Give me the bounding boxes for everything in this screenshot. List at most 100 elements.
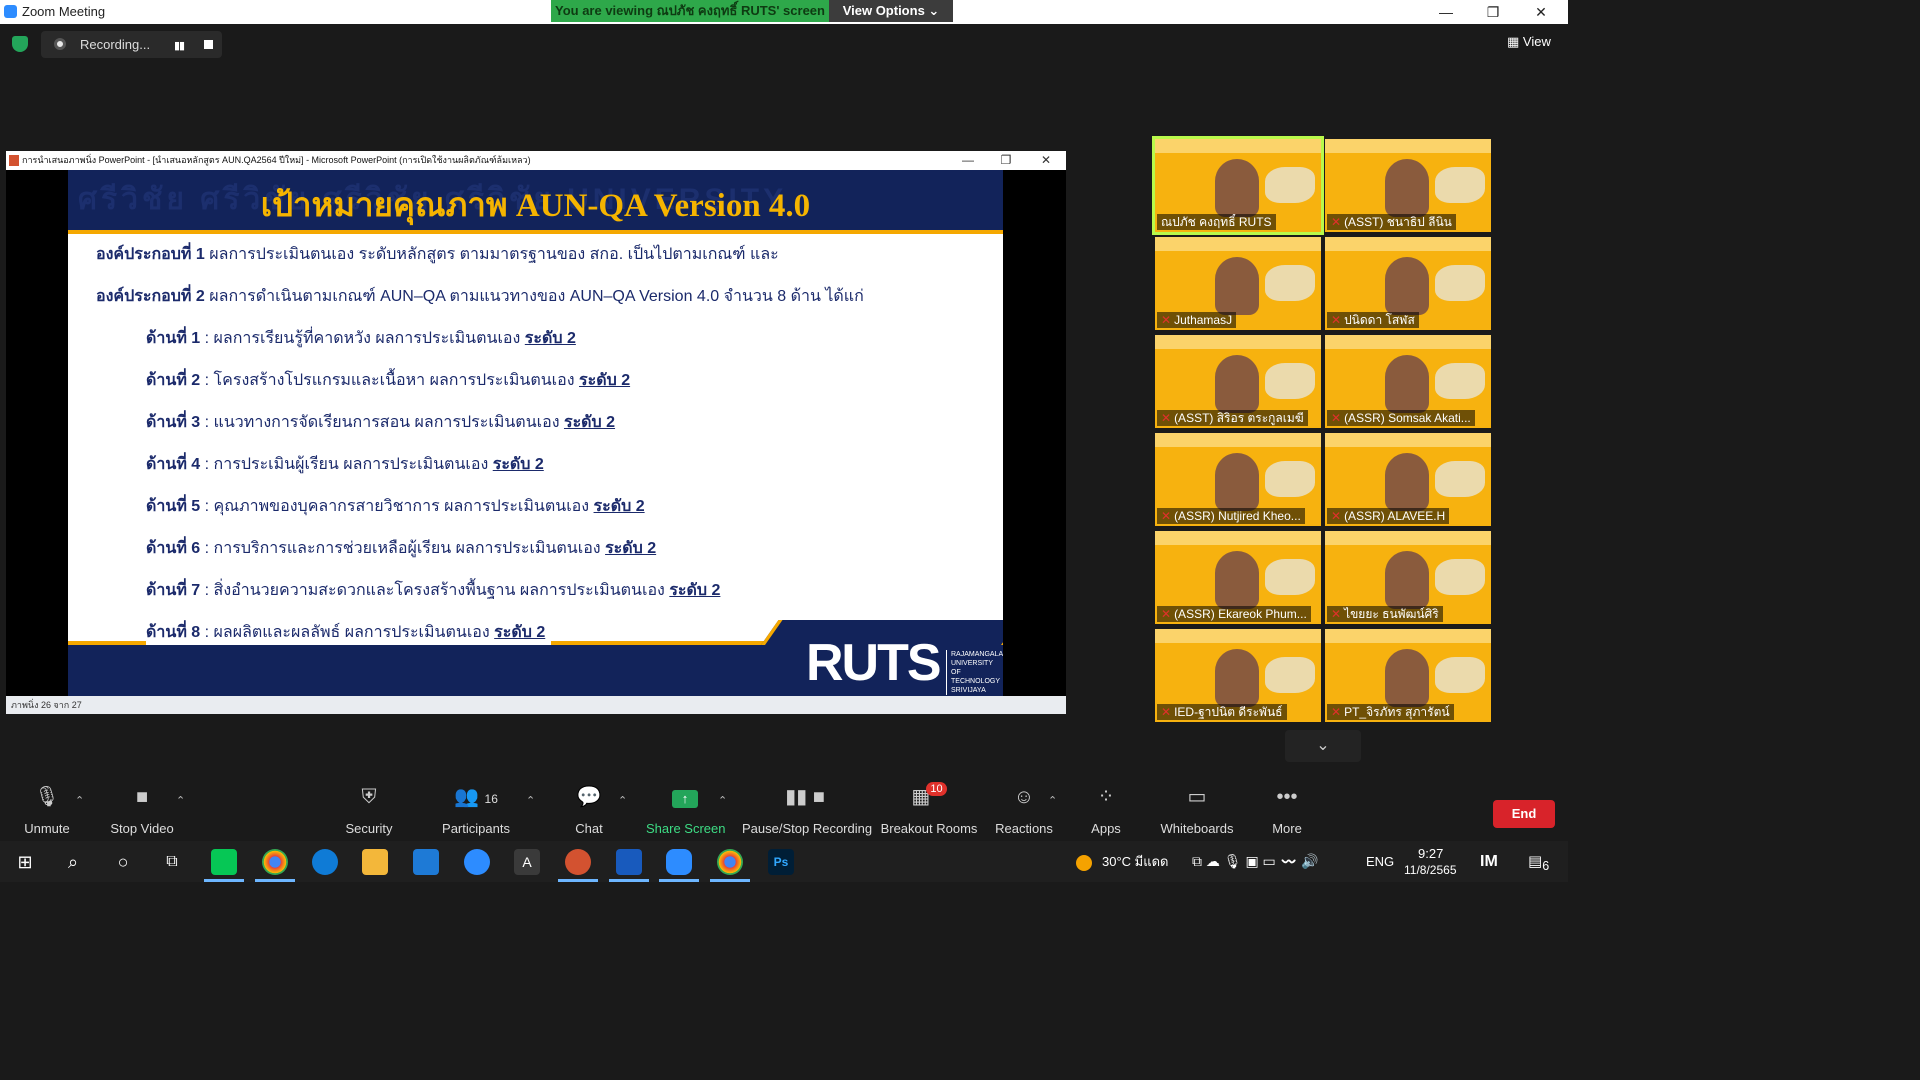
chrome-icon[interactable] [262, 849, 288, 875]
participant-tile[interactable]: ✕ (ASSR) Somsak Akati... [1325, 335, 1491, 428]
share-screen-icon: ↑ [646, 782, 724, 812]
unmute-button[interactable]: 🎙 Unmute [14, 782, 80, 840]
virtual-background-header [1155, 139, 1321, 153]
pause-recording-icon[interactable]: ▮▮ [174, 39, 185, 52]
participants-button[interactable]: 👥 16 Participants [440, 782, 512, 840]
participant-tile[interactable]: ✕ PT_จิรภัทร สุภารัตน์ [1325, 629, 1491, 722]
breakout-rooms-button[interactable]: ▦10 Breakout Rooms [880, 782, 978, 840]
ppt-restore-button[interactable]: ❐ [986, 151, 1026, 170]
virtual-background-decoration [1435, 265, 1485, 301]
mail-icon[interactable] [413, 849, 439, 875]
line-app-icon[interactable] [211, 849, 237, 875]
view-options-button[interactable]: View Options ⌄ [829, 0, 953, 22]
participant-tile[interactable]: ✕ IED-ฐาปนิต ดีระพันธ์ [1155, 629, 1321, 722]
view-button[interactable]: ▦ View [1507, 34, 1551, 50]
language-indicator[interactable]: ENG [1366, 841, 1394, 882]
share-options-caret[interactable]: ⌃ [718, 794, 727, 807]
clock-date[interactable]: 11/8/2565 [1404, 850, 1457, 891]
virtual-background-decoration [1435, 167, 1485, 203]
participant-tile[interactable]: ✕ (ASST) สิริอร ตระกูลเมฆี [1155, 335, 1321, 428]
participant-name-label: ✕ (ASST) ชนาธิป ลีนิน [1327, 214, 1456, 230]
aspect-item: ด้านที่ 8 : ผลผลิตและผลลัพธ์ ผลการประเมิ… [146, 620, 552, 645]
minimize-button[interactable]: — [1423, 2, 1469, 22]
gallery-scroll-down-button[interactable]: ⌄ [1285, 730, 1361, 762]
task-view-icon[interactable]: ⧉ [159, 849, 185, 875]
participant-video [1215, 551, 1259, 609]
virtual-background-header [1155, 531, 1321, 545]
chrome-second-indicator [710, 879, 750, 882]
ruts-logo: RUTS [806, 634, 942, 692]
meet-now-icon[interactable]: IM [1480, 841, 1498, 882]
participant-name-label: ✕ PT_จิรภัทร สุภารัตน์ [1327, 704, 1454, 720]
muted-mic-icon: ✕ [1331, 411, 1342, 425]
apps-icon: ⁘ [1097, 786, 1115, 808]
security-shield-icon[interactable] [12, 36, 28, 52]
virtual-background-header [1325, 139, 1491, 153]
notifications-icon[interactable]: ▤6 [1528, 841, 1549, 882]
muted-mic-icon: ✕ [1331, 509, 1342, 523]
stop-recording-icon[interactable] [204, 40, 213, 49]
powerpoint-taskbar-icon[interactable] [565, 849, 591, 875]
audio-options-caret[interactable]: ⌃ [75, 794, 84, 807]
slide-counter: ภาพนิ่ง 26 จาก 27 [11, 700, 82, 710]
reactions-emoji-icon: ☺ [1013, 786, 1035, 808]
end-meeting-button[interactable]: End [1493, 800, 1555, 828]
photoshop-icon[interactable]: Ps [768, 849, 794, 875]
participant-video [1385, 159, 1429, 217]
powerpoint-status-bar: ภาพนิ่ง 26 จาก 27 [6, 696, 1066, 714]
more-button[interactable]: ••• More [1266, 782, 1308, 840]
participant-tile[interactable]: ✕ (ASST) ชนาธิป ลีนิน [1325, 139, 1491, 232]
file-explorer-icon[interactable] [362, 849, 388, 875]
video-options-caret[interactable]: ⌃ [176, 794, 185, 807]
tray-icons[interactable]: ⧉ ☁ 🎙 ▣ ▭ 〰 🔊 [1192, 841, 1319, 882]
participant-tile[interactable]: ณปภัช คงฤทธิ์ RUTS [1152, 136, 1324, 235]
search-icon[interactable]: ⌕ [60, 849, 86, 875]
pause-stop-recording-button[interactable]: ▮▮ ■ Pause/Stop Recording [742, 782, 872, 840]
participant-video [1215, 159, 1259, 217]
muted-mic-icon: ✕ [1161, 509, 1172, 523]
weather-icon[interactable] [1076, 841, 1092, 882]
virtual-background-decoration [1265, 559, 1315, 595]
participant-name-label: ✕ (ASSR) Nutjired Kheo... [1157, 508, 1305, 524]
participant-tile[interactable]: ✕ ไขยยะ ธนพัฒน์ศิริ [1325, 531, 1491, 624]
cortana-icon[interactable]: ○ [110, 849, 136, 875]
share-screen-button[interactable]: ↑ Share Screen [646, 782, 726, 840]
apps-button[interactable]: ⁘ Apps [1086, 782, 1126, 840]
ppt-close-button[interactable]: ✕ [1026, 151, 1066, 170]
edge-icon[interactable] [312, 849, 338, 875]
participant-name-label: ✕ (ASSR) Somsak Akati... [1327, 410, 1475, 426]
participant-tile[interactable]: ✕ JuthamasJ [1155, 237, 1321, 330]
participant-tile[interactable]: ✕ (ASSR) Ekareok Phum... [1155, 531, 1321, 624]
muted-mic-icon: ✕ [1331, 607, 1342, 621]
ppt-minimize-button[interactable]: — [948, 151, 988, 170]
participant-name-label: ✕ ไขยยะ ธนพัฒน์ศิริ [1327, 606, 1443, 622]
zoom-taskbar-icon[interactable] [666, 849, 692, 875]
participant-tile[interactable]: ✕ (ASSR) ALAVEE.H [1325, 433, 1491, 526]
weather-text[interactable]: 30°C มีแดด [1102, 841, 1169, 882]
word-icon[interactable] [616, 849, 642, 875]
messenger-icon[interactable] [464, 849, 490, 875]
reactions-options-caret[interactable]: ⌃ [1048, 794, 1057, 807]
windows-start-icon[interactable]: ⊞ [12, 849, 38, 875]
virtual-background-decoration [1435, 657, 1485, 693]
restore-button[interactable]: ❐ [1470, 2, 1516, 22]
chat-button[interactable]: 💬 Chat [568, 782, 610, 840]
stop-video-button[interactable]: ■ Stop Video [104, 782, 180, 840]
virtual-background-header [1325, 531, 1491, 545]
participant-tile[interactable]: ✕ (ASSR) Nutjired Kheo... [1155, 433, 1321, 526]
close-button[interactable]: ✕ [1518, 2, 1564, 22]
virtual-background-header [1325, 335, 1491, 349]
chat-options-caret[interactable]: ⌃ [618, 794, 627, 807]
security-button[interactable]: ⛨ Security [338, 782, 400, 840]
participants-options-caret[interactable]: ⌃ [526, 794, 535, 807]
chrome-second-icon[interactable] [717, 849, 743, 875]
breakout-badge: 10 [926, 782, 947, 796]
whiteboards-button[interactable]: ▭ Whiteboards [1158, 782, 1236, 840]
participant-name-label: ✕ (ASSR) Ekareok Phum... [1157, 606, 1311, 622]
reactions-button[interactable]: ☺ Reactions [994, 782, 1054, 840]
virtual-background-header [1155, 629, 1321, 643]
participant-tile[interactable]: ✕ ปนิดดา โสฬส [1325, 237, 1491, 330]
zoom-indicator [659, 879, 699, 882]
acrobat-icon[interactable]: A [514, 849, 540, 875]
muted-mic-icon: ✕ [1161, 607, 1172, 621]
